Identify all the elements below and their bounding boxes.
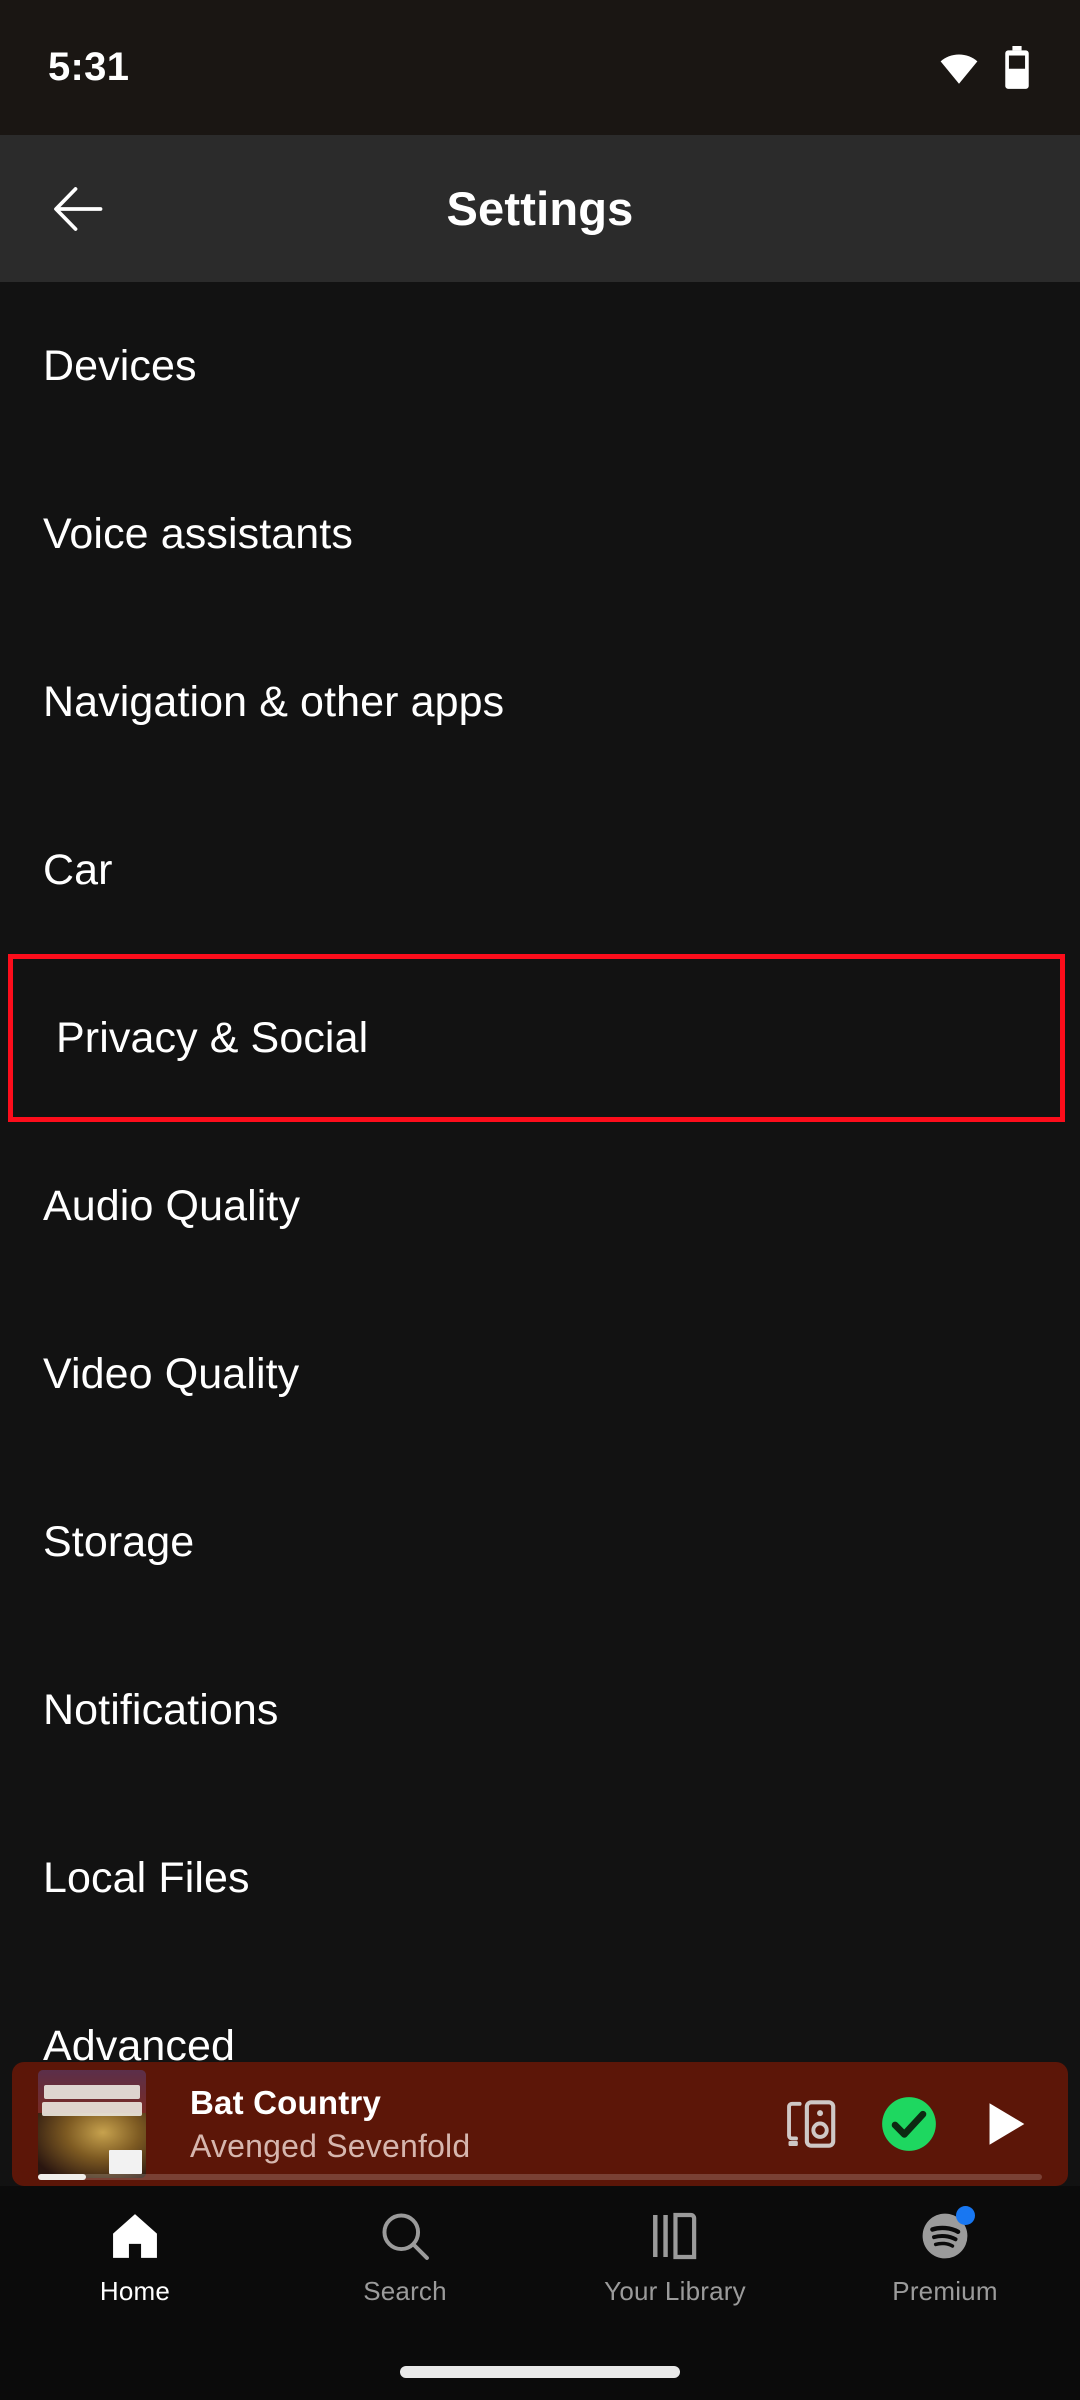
settings-item-label: Video Quality	[43, 1349, 300, 1398]
nav-item-your-library[interactable]: Your Library	[540, 2208, 810, 2307]
page-title: Settings	[446, 182, 634, 235]
nav-item-label: Search	[363, 2276, 447, 2306]
status-bar: 5:31	[0, 0, 1080, 135]
settings-item-label: Navigation & other apps	[43, 677, 505, 726]
home-icon	[107, 2208, 163, 2264]
back-button[interactable]	[38, 169, 118, 249]
notification-badge	[956, 2206, 975, 2225]
nav-item-search[interactable]: Search	[270, 2208, 540, 2307]
settings-item-label: Local Files	[43, 1853, 250, 1902]
settings-item-label: Voice assistants	[43, 509, 353, 558]
settings-item-devices[interactable]: Devices	[0, 282, 1080, 450]
settings-item-label: Privacy & Social	[56, 1013, 369, 1062]
nav-item-label: Home	[99, 2276, 171, 2306]
battery-icon	[1005, 45, 1029, 89]
track-title: Bat Country	[190, 2083, 382, 2121]
settings-item-label: Audio Quality	[43, 1181, 301, 1230]
saved-checkmark-icon[interactable]	[878, 2093, 940, 2155]
back-arrow-icon	[54, 186, 103, 231]
search-icon	[377, 2208, 433, 2264]
now-playing-bar[interactable]: Bat Country Avenged Sevenfold	[12, 2062, 1068, 2186]
playback-progress-bar[interactable]	[38, 2174, 1042, 2180]
settings-item-label: Storage	[43, 1517, 195, 1566]
playback-progress-fill	[38, 2174, 86, 2180]
album-art	[38, 2070, 146, 2178]
now-playing-text: Bat Country Avenged Sevenfold	[190, 2084, 780, 2165]
settings-item-audio-quality[interactable]: Audio Quality	[0, 1122, 1080, 1290]
library-icon	[647, 2208, 703, 2264]
settings-item-label: Car	[43, 845, 113, 894]
settings-item-navigation-other-apps[interactable]: Navigation & other apps	[0, 618, 1080, 786]
app-screen: 5:31 Settings Devices Voice assistants Nav…	[0, 0, 1080, 2400]
status-icons	[938, 45, 1032, 90]
nav-item-label: Your Library	[604, 2276, 746, 2306]
app-header: Settings	[0, 135, 1080, 282]
settings-item-label: Notifications	[43, 1685, 279, 1734]
settings-item-car[interactable]: Car	[0, 786, 1080, 954]
settings-item-video-quality[interactable]: Video Quality	[0, 1290, 1080, 1458]
connect-to-device-icon[interactable]	[780, 2093, 842, 2155]
wifi-icon	[940, 54, 978, 84]
settings-item-notifications[interactable]: Notifications	[0, 1626, 1080, 1794]
spotify-icon	[917, 2206, 975, 2264]
settings-item-storage[interactable]: Storage	[0, 1458, 1080, 1626]
play-icon[interactable]	[976, 2095, 1034, 2153]
track-artist: Avenged Sevenfold	[190, 2127, 471, 2164]
nav-item-premium[interactable]: Premium	[810, 2206, 1080, 2307]
settings-item-label: Devices	[43, 341, 197, 390]
home-indicator	[400, 2366, 680, 2378]
settings-item-local-files[interactable]: Local Files	[0, 1794, 1080, 1962]
now-playing-controls	[780, 2093, 1034, 2155]
nav-item-label: Premium	[892, 2276, 998, 2306]
settings-item-voice-assistants[interactable]: Voice assistants	[0, 450, 1080, 618]
status-time: 5:31	[48, 45, 130, 89]
nav-item-home[interactable]: Home	[0, 2208, 270, 2307]
settings-item-privacy-social[interactable]: Privacy & Social	[8, 954, 1065, 1122]
